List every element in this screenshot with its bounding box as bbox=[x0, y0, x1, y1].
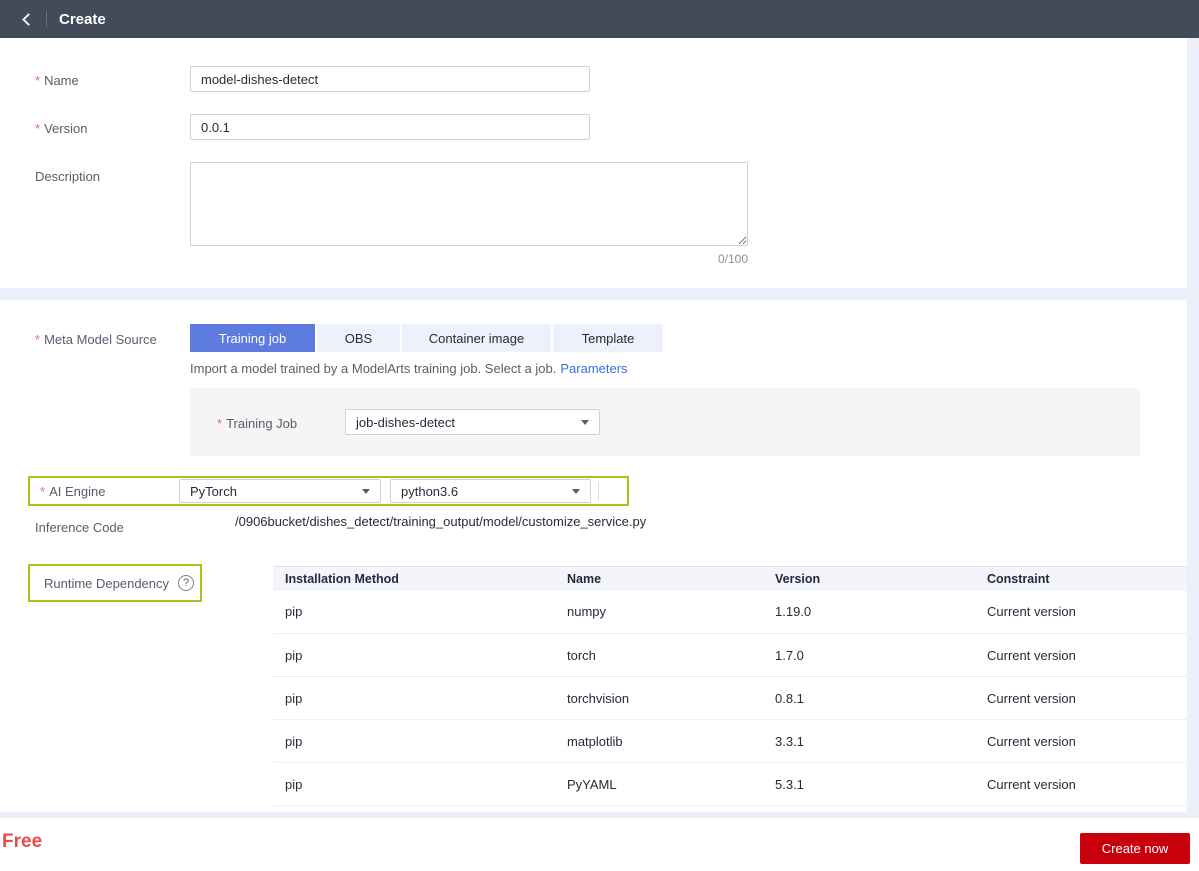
chevron-left-icon bbox=[22, 12, 35, 26]
cell-package-name: PyYAML bbox=[555, 762, 763, 806]
table-row: pip PyYAML 5.3.1 Current version bbox=[273, 762, 1187, 806]
cell-package-name: matplotlib bbox=[555, 719, 763, 763]
python-version-select-value: python3.6 bbox=[401, 483, 459, 499]
table-row: pip matplotlib 3.3.1 Current version bbox=[273, 719, 1187, 763]
required-asterisk: * bbox=[35, 332, 41, 347]
cell-version: 3.3.1 bbox=[763, 719, 975, 763]
meta-model-source-label: * Meta Model Source bbox=[35, 332, 157, 347]
page-body: *Name *Version Description 0/100 *Meta M… bbox=[0, 38, 1199, 818]
cell-constraint: Current version bbox=[975, 676, 1187, 720]
col-constraint: Constraint bbox=[975, 566, 1187, 591]
version-input[interactable] bbox=[190, 114, 590, 140]
name-input[interactable] bbox=[190, 66, 590, 92]
meta-helper-text: Import a model trained by a ModelArts tr… bbox=[190, 361, 628, 376]
ai-engine-row-highlighted: * AI Engine PyTorch python3.6 bbox=[28, 476, 629, 506]
cell-install-method: pip bbox=[273, 676, 555, 720]
top-bar: Create bbox=[0, 0, 1199, 38]
cell-version: 5.3.1 bbox=[763, 762, 975, 806]
tab-training-job[interactable]: Training job bbox=[190, 324, 315, 352]
cell-install-method: pip bbox=[273, 633, 555, 677]
required-asterisk: * bbox=[40, 483, 46, 499]
tab-obs[interactable]: OBS bbox=[317, 324, 400, 352]
python-version-select[interactable]: python3.6 bbox=[390, 479, 591, 503]
cell-package-name: torch bbox=[555, 633, 763, 677]
cell-package-name: torchvision bbox=[555, 676, 763, 720]
required-asterisk: * bbox=[35, 121, 41, 136]
ai-engine-select-value: PyTorch bbox=[190, 483, 237, 499]
create-now-button[interactable]: Create now bbox=[1080, 833, 1190, 864]
training-job-panel: * Training Job job-dishes-detect bbox=[190, 388, 1140, 456]
col-installation-method: Installation Method bbox=[273, 566, 555, 591]
table-row: pip numpy 1.19.0 Current version bbox=[273, 590, 1187, 634]
required-asterisk: * bbox=[35, 73, 41, 88]
cell-package-name: numpy bbox=[555, 590, 763, 634]
runtime-dependency-label-highlighted: Runtime Dependency ? bbox=[28, 564, 202, 602]
title-divider bbox=[46, 11, 47, 27]
inference-code-path: /0906bucket/dishes_detect/training_outpu… bbox=[235, 514, 647, 529]
cell-constraint: Current version bbox=[975, 762, 1187, 806]
table-row: pip torchvision 0.8.1 Current version bbox=[273, 676, 1187, 720]
caret-down-icon bbox=[572, 488, 580, 494]
back-button[interactable] bbox=[16, 8, 38, 30]
ai-row-divider bbox=[598, 482, 599, 500]
cell-version: 1.7.0 bbox=[763, 633, 975, 677]
parameters-link[interactable]: Parameters bbox=[560, 361, 627, 376]
ai-engine-label: * AI Engine bbox=[40, 483, 106, 499]
description-label: Description bbox=[35, 169, 101, 184]
cell-install-method: pip bbox=[273, 762, 555, 806]
caret-down-icon bbox=[581, 419, 589, 425]
tab-container-image[interactable]: Container image bbox=[402, 324, 551, 352]
version-label: * Version bbox=[35, 121, 88, 136]
runtime-dependency-table: Installation Method Name Version Constra… bbox=[273, 566, 1187, 806]
table-header-row: Installation Method Name Version Constra… bbox=[273, 566, 1187, 591]
footer-bar: Free Create now bbox=[0, 818, 1199, 871]
table-row: pip torch 1.7.0 Current version bbox=[273, 633, 1187, 677]
ai-engine-select[interactable]: PyTorch bbox=[179, 479, 381, 503]
cell-version: 0.8.1 bbox=[763, 676, 975, 720]
required-asterisk: * bbox=[217, 416, 223, 431]
training-job-select[interactable]: job-dishes-detect bbox=[345, 409, 600, 435]
tab-template[interactable]: Template bbox=[553, 324, 663, 352]
basic-info-card: *Name *Version Description 0/100 bbox=[0, 38, 1187, 288]
description-textarea[interactable] bbox=[190, 162, 748, 246]
caret-down-icon bbox=[362, 488, 370, 494]
free-badge: Free bbox=[2, 831, 43, 852]
cell-constraint: Current version bbox=[975, 633, 1187, 677]
help-icon[interactable]: ? bbox=[178, 575, 195, 591]
cell-constraint: Current version bbox=[975, 590, 1187, 634]
meta-model-card: * Meta Model Source Training job OBS Cont… bbox=[0, 300, 1187, 812]
description-char-counter: 0/100 bbox=[717, 252, 748, 266]
col-version: Version bbox=[763, 566, 975, 591]
cell-version: 1.19.0 bbox=[763, 590, 975, 634]
name-label: * Name bbox=[35, 73, 79, 88]
cell-constraint: Current version bbox=[975, 719, 1187, 763]
col-name: Name bbox=[555, 566, 763, 591]
cell-install-method: pip bbox=[273, 590, 555, 634]
training-job-label: * Training Job bbox=[217, 416, 298, 431]
runtime-dependency-label: Runtime Dependency bbox=[44, 575, 170, 591]
inference-code-label: Inference Code bbox=[35, 520, 124, 535]
training-job-select-value: job-dishes-detect bbox=[356, 414, 455, 430]
page-title: Create bbox=[59, 10, 106, 28]
meta-source-tabs: Training job OBS Container image Templat… bbox=[190, 324, 663, 352]
cell-install-method: pip bbox=[273, 719, 555, 763]
